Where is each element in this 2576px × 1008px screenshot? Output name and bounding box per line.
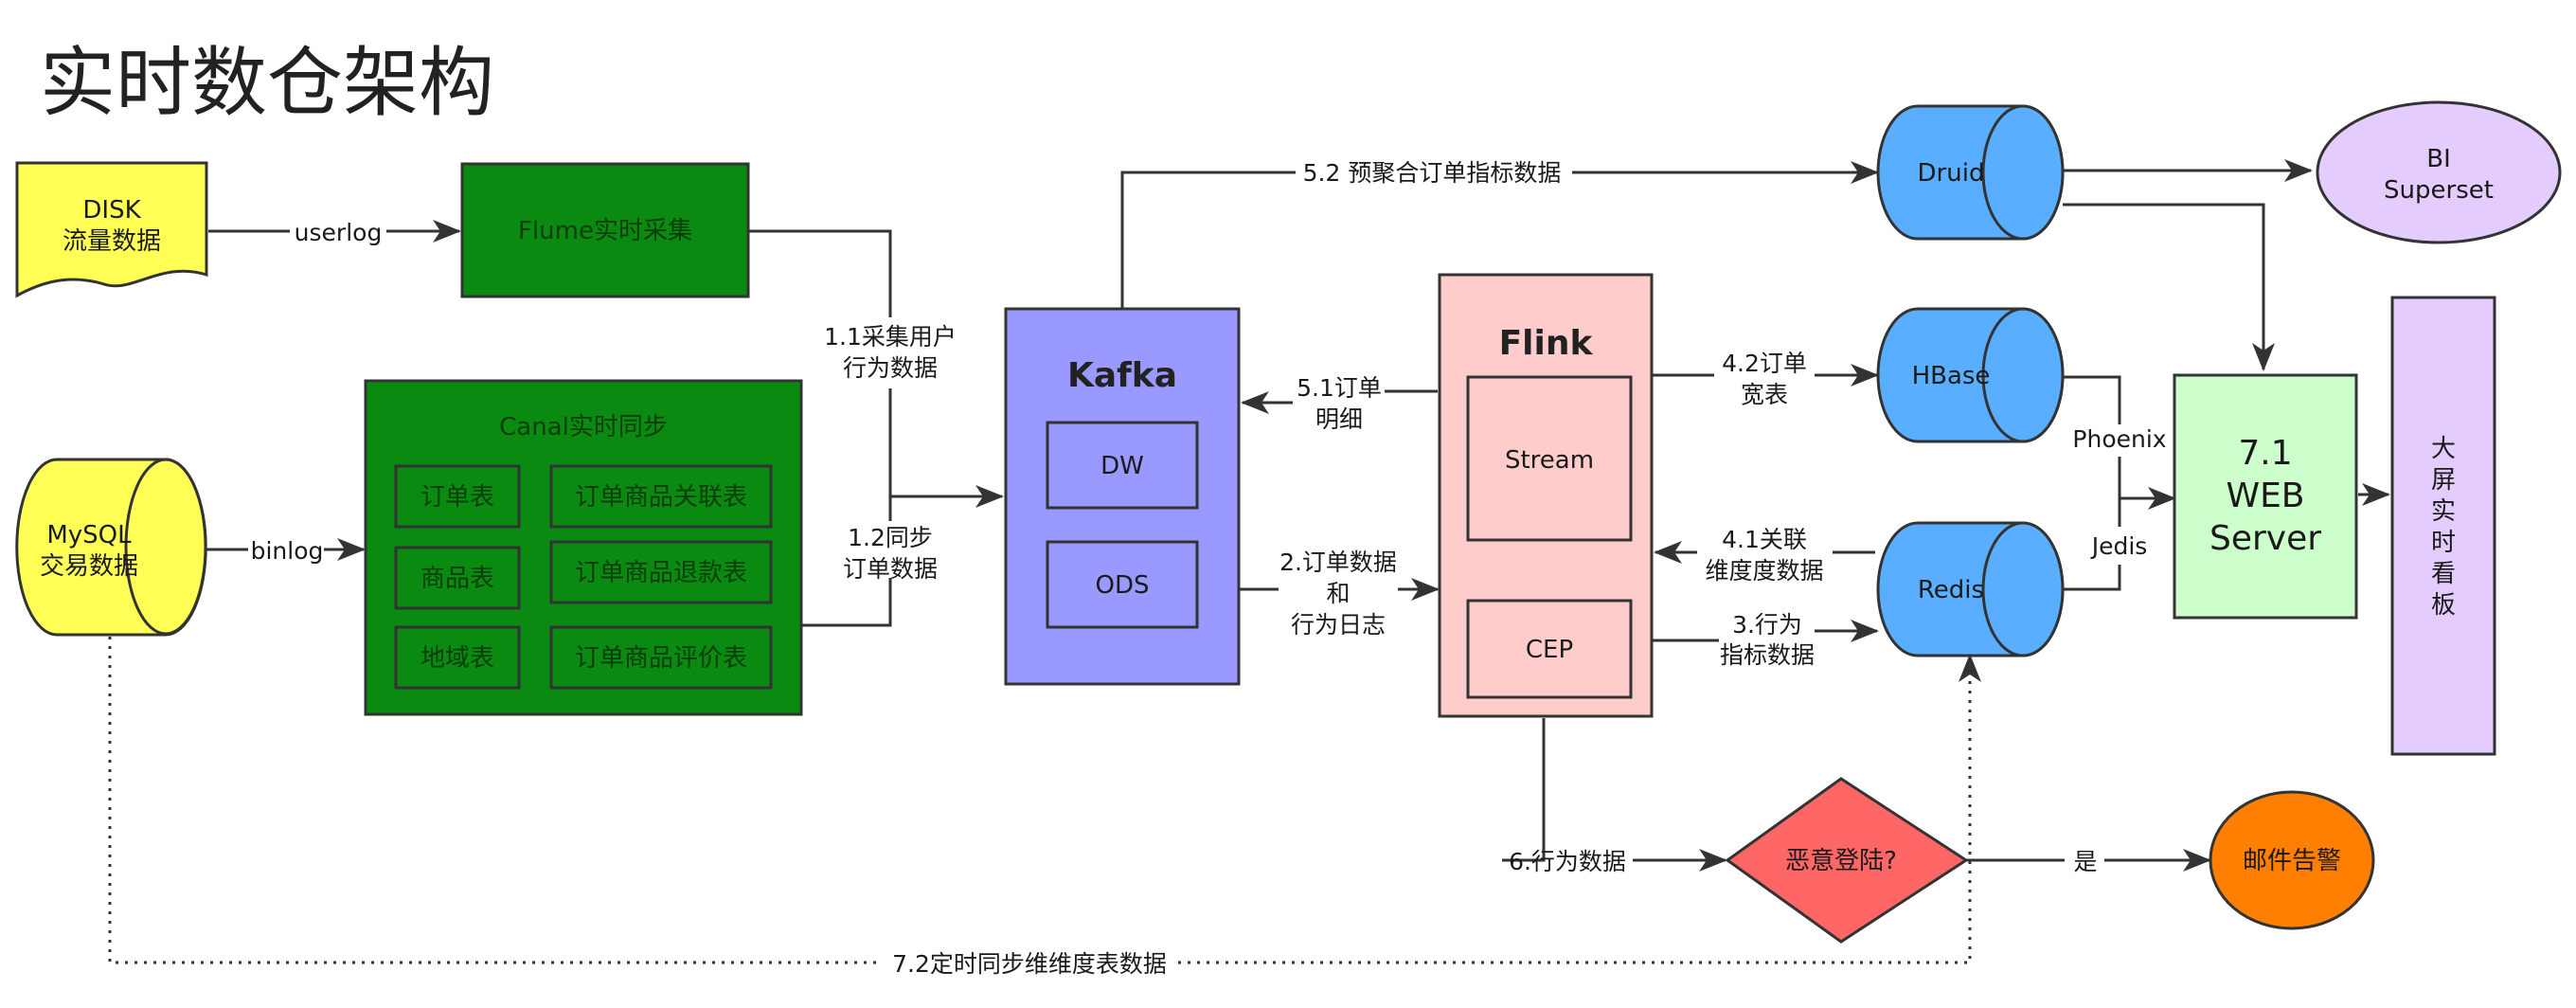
druid-node: Druid: [1876, 104, 2065, 241]
bi-superset-node: BI Superset: [2316, 100, 2562, 244]
edge-label-7-2: 7.2定时同步维维度表数据: [892, 950, 1167, 978]
edge-kafka-druid-left: [1120, 171, 1296, 308]
redis-node: Redis: [1876, 521, 2065, 657]
hbase-node: HBase: [1876, 307, 2065, 443]
email-alert-node: 邮件告警: [2209, 790, 2375, 930]
edge-label-2-line3: 行为日志: [1291, 611, 1386, 639]
edge-label-2-line2: 和: [1326, 580, 1350, 607]
architecture-diagram: 实时数仓架构 userlog binlog 1.1采集用户 行为数据 1.2同步…: [0, 0, 2576, 1008]
edge-label-5-1-line1: 5.1订单: [1297, 374, 1382, 402]
edge-label-6: 6.行为数据: [1509, 848, 1626, 875]
druid-label: Druid: [1918, 159, 1985, 188]
canal-title: Canal实时同步: [499, 413, 668, 441]
diagram-canvas: 实时数仓架构 userlog binlog 1.1采集用户 行为数据 1.2同步…: [15, 39, 2562, 978]
edge-label-5-2: 5.2 预聚合订单指标数据: [1303, 159, 1562, 187]
edge-label-yes: 是: [2073, 848, 2097, 875]
kafka-ods-label: ODS: [1096, 571, 1150, 600]
edge-label-3-line2: 指标数据: [1720, 641, 1815, 669]
edge-label-4-1-line2: 维度度数据: [1705, 557, 1823, 585]
malicious-login-node: 恶意登陆?: [1725, 777, 1969, 944]
flink-cep-label: CEP: [1526, 636, 1573, 664]
web-label-line1: 7.1: [2238, 434, 2292, 473]
kafka-title: Kafka: [1067, 356, 1177, 395]
edge-phoenix-web: [2118, 457, 2176, 510]
edge-label-1-2-line2: 订单数据: [843, 555, 938, 583]
edge-druid-web: [2063, 203, 2275, 371]
canal-table-refund-label: 订单商品退款表: [575, 559, 747, 587]
big-screen-node: 大 屏 实 时 看 板: [2390, 296, 2496, 756]
flink-title: Flink: [1499, 324, 1594, 363]
kafka-dw-label: DW: [1100, 452, 1144, 480]
kafka-node: Kafka DW ODS: [1004, 307, 1241, 686]
malicious-label: 恶意登陆?: [1785, 847, 1897, 875]
edge-flink-malicious-top: [1502, 718, 1546, 862]
edge-label-3-line1: 3.行为: [1732, 611, 1802, 639]
page-title: 实时数仓架构: [40, 39, 494, 127]
mysql-label-line2: 交易数据: [40, 552, 138, 581]
redis-label: Redis: [1918, 576, 1984, 604]
edge-label-4-2-line2: 宽表: [1741, 381, 1788, 408]
canal-node: Canal实时同步 订单表 订单商品关联表 商品表 订单商品退款表 地域表 订单…: [364, 379, 803, 716]
flume-node: Flume实时采集: [460, 162, 750, 298]
bi-label-line1: BI: [2426, 145, 2451, 173]
edge-label-4-1-line1: 4.1关联: [1722, 526, 1807, 553]
mysql-label-line1: MySQL: [46, 521, 132, 549]
web-server-node: 7.1 WEB Server: [2173, 373, 2358, 620]
disk-label-line2: 流量数据: [63, 227, 161, 256]
disk-node: DISK 流量数据: [15, 161, 208, 298]
edge-label-userlog: userlog: [295, 219, 383, 246]
edge-hbase-phoenix: [2063, 375, 2121, 424]
screen-char-3: 实: [2431, 497, 2456, 526]
canal-table-goods-label: 商品表: [420, 565, 494, 593]
edge-label-1-2-line1: 1.2同步: [848, 524, 933, 551]
flume-label: Flume实时采集: [518, 217, 692, 245]
canal-table-review-label: 订单商品评价表: [575, 644, 747, 673]
screen-char-5: 看: [2431, 560, 2456, 588]
edge-label-4-2-line1: 4.2订单: [1722, 350, 1807, 377]
bi-label-line2: Superset: [2384, 176, 2494, 205]
canal-table-order-label: 订单表: [420, 483, 494, 512]
canal-table-order-goods-label: 订单商品关联表: [575, 483, 747, 512]
edge-redis-jedis: [2063, 565, 2121, 591]
email-label: 邮件告警: [2243, 847, 2341, 875]
web-label-line2: WEB: [2226, 477, 2304, 515]
edge-label-1-1-line2: 行为数据: [843, 354, 938, 382]
edge-flume-kafka-top: [748, 229, 892, 317]
edge-label-1-1-line1: 1.1采集用户: [824, 323, 957, 351]
flink-stream-label: Stream: [1505, 446, 1594, 475]
edge-label-binlog: binlog: [251, 537, 324, 565]
screen-char-6: 板: [2431, 591, 2456, 620]
screen-char-1: 大: [2431, 435, 2456, 463]
screen-char-4: 时: [2431, 529, 2456, 557]
edge-label-phoenix: Phoenix: [2072, 425, 2166, 453]
edge-label-jedis: Jedis: [2090, 532, 2148, 560]
canal-table-region-label: 地域表: [420, 644, 494, 673]
web-label-line3: Server: [2209, 519, 2321, 558]
mysql-node: MySQL 交易数据: [15, 458, 207, 637]
flink-node: Flink Stream CEP: [1438, 273, 1654, 718]
hbase-label: HBase: [1912, 362, 1991, 390]
edge-label-5-1-line2: 明细: [1315, 405, 1363, 433]
edge-canal-kafka-bottom: [800, 578, 892, 627]
screen-char-2: 屏: [2431, 466, 2456, 495]
disk-label-line1: DISK: [82, 196, 141, 225]
edge-label-2-line1: 2.订单数据: [1279, 549, 1397, 576]
